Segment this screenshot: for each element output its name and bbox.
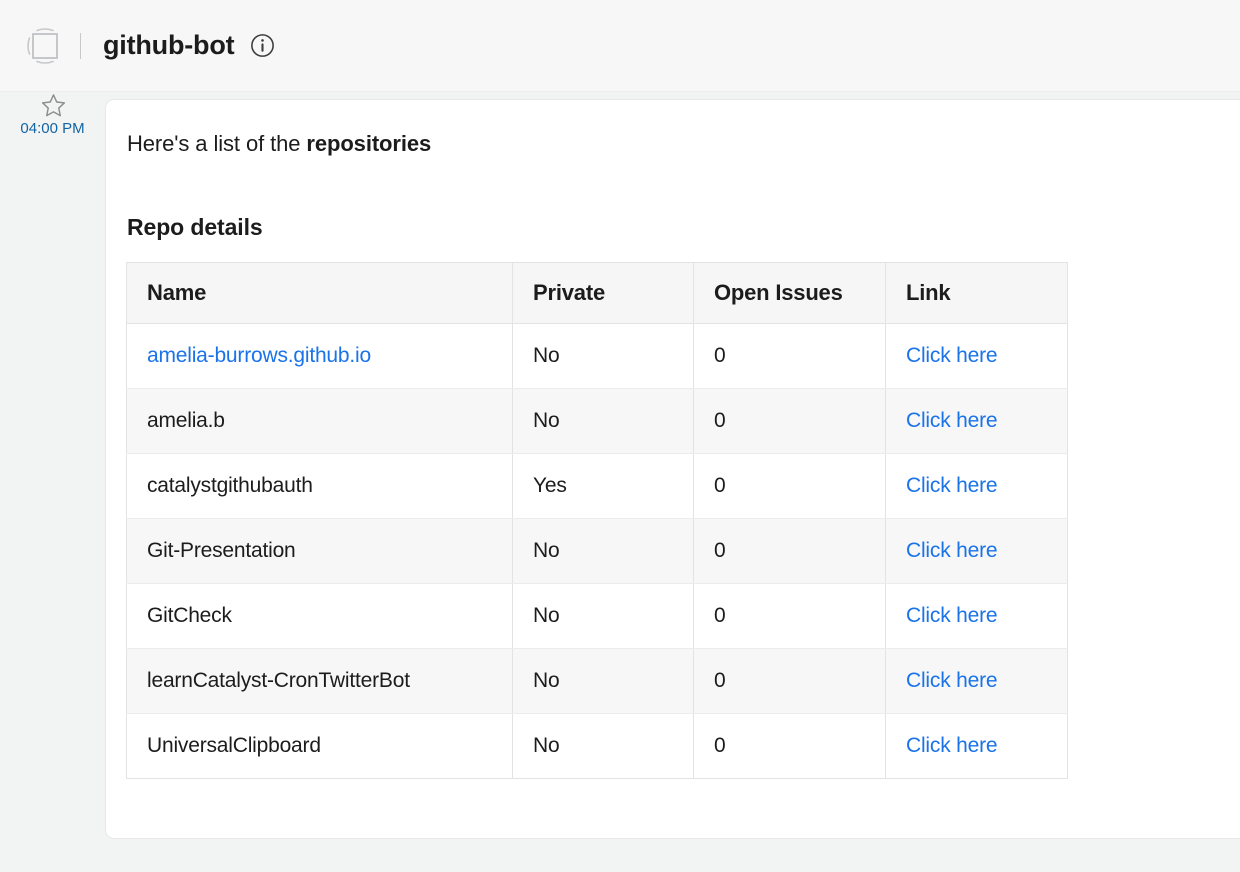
table-header-row: Name Private Open Issues Link	[126, 262, 1068, 324]
page-title: github-bot	[103, 30, 235, 60]
table-head: Name Private Open Issues Link	[126, 262, 1068, 324]
column-header-link: Link	[885, 262, 1068, 324]
table-row: UniversalClipboard No 0 Click here	[126, 713, 1068, 779]
cell-link[interactable]: Click here	[885, 583, 1068, 649]
table-row: learnCatalyst-CronTwitterBot No 0 Click her…	[126, 648, 1068, 714]
column-header-name: Name	[126, 262, 513, 324]
repo-name-link[interactable]: amelia-burrows.github.io	[147, 344, 371, 367]
message-intro-prefix: Here's a list of the	[127, 131, 307, 156]
message-timestamp[interactable]: 04:00 PM	[0, 120, 105, 137]
cell-open-issues: 0	[693, 583, 886, 649]
cell-open-issues: 0	[693, 323, 886, 389]
click-here-link[interactable]: Click here	[906, 669, 998, 692]
message-gutter: 04:00 PM	[0, 92, 105, 872]
table-row: catalystgithubauth Yes 0 Click here	[126, 453, 1068, 519]
cell-repo-name: UniversalClipboard	[126, 713, 513, 779]
column-header-private: Private	[512, 262, 694, 324]
table-row: amelia-burrows.github.io No 0 Click here	[126, 323, 1068, 389]
table-row: GitCheck No 0 Click here	[126, 583, 1068, 649]
cell-link[interactable]: Click here	[886, 714, 1068, 779]
message-intro-text: Here's a list of the repositories	[127, 131, 1240, 157]
cell-open-issues: 0	[693, 518, 886, 584]
cell-private: No	[512, 713, 694, 779]
click-here-link[interactable]: Click here	[906, 539, 998, 562]
table-row: Git-Presentation No 0 Click here	[126, 518, 1068, 584]
click-here-link[interactable]: Click here	[906, 344, 998, 367]
cell-link[interactable]: Click here	[885, 648, 1068, 714]
cell-private: No	[512, 648, 694, 714]
cell-open-issues: 0	[693, 713, 886, 779]
star-outline-icon[interactable]	[40, 92, 67, 119]
cell-link[interactable]: Click here	[885, 518, 1068, 584]
cell-private: No	[512, 388, 694, 454]
column-header-open-issues: Open Issues	[693, 262, 886, 324]
cell-open-issues: 0	[693, 648, 886, 714]
cell-open-issues: 0	[693, 453, 886, 519]
app-placeholder-icon	[22, 23, 68, 69]
cell-repo-name: Git-Presentation	[126, 518, 513, 584]
table-body: amelia-burrows.github.io No 0 Click here ame…	[126, 323, 1068, 779]
cell-repo-name[interactable]: amelia-burrows.github.io	[126, 323, 513, 389]
cell-link[interactable]: Click here	[885, 323, 1068, 389]
cell-repo-name: GitCheck	[126, 583, 513, 649]
click-here-link[interactable]: Click here	[906, 734, 998, 757]
cell-private: Yes	[512, 453, 694, 519]
repo-details-table: Name Private Open Issues Link amelia-bur…	[126, 262, 1068, 779]
cell-private: No	[512, 518, 694, 584]
cell-repo-name: amelia.b	[126, 388, 513, 454]
channel-header: github-bot	[0, 0, 1240, 92]
cell-link[interactable]: Click here	[885, 453, 1068, 519]
info-circle-icon[interactable]	[250, 33, 275, 58]
message-intro-bold: repositories	[306, 131, 432, 156]
cell-private: No	[512, 583, 694, 649]
section-title: Repo details	[127, 214, 263, 240]
cell-private: No	[512, 323, 694, 389]
cell-open-issues: 0	[693, 388, 886, 454]
table-row: amelia.b No 0 Click here	[126, 388, 1068, 454]
click-here-link[interactable]: Click here	[906, 409, 998, 432]
click-here-link[interactable]: Click here	[906, 604, 998, 627]
cell-link[interactable]: Click here	[885, 388, 1068, 454]
cell-repo-name: learnCatalyst-CronTwitterBot	[126, 648, 513, 714]
click-here-link[interactable]: Click here	[906, 474, 998, 497]
header-divider	[80, 32, 81, 59]
cell-repo-name: catalystgithubauth	[126, 453, 513, 519]
message-card: Here's a list of the repositories Repo d…	[105, 99, 1240, 839]
